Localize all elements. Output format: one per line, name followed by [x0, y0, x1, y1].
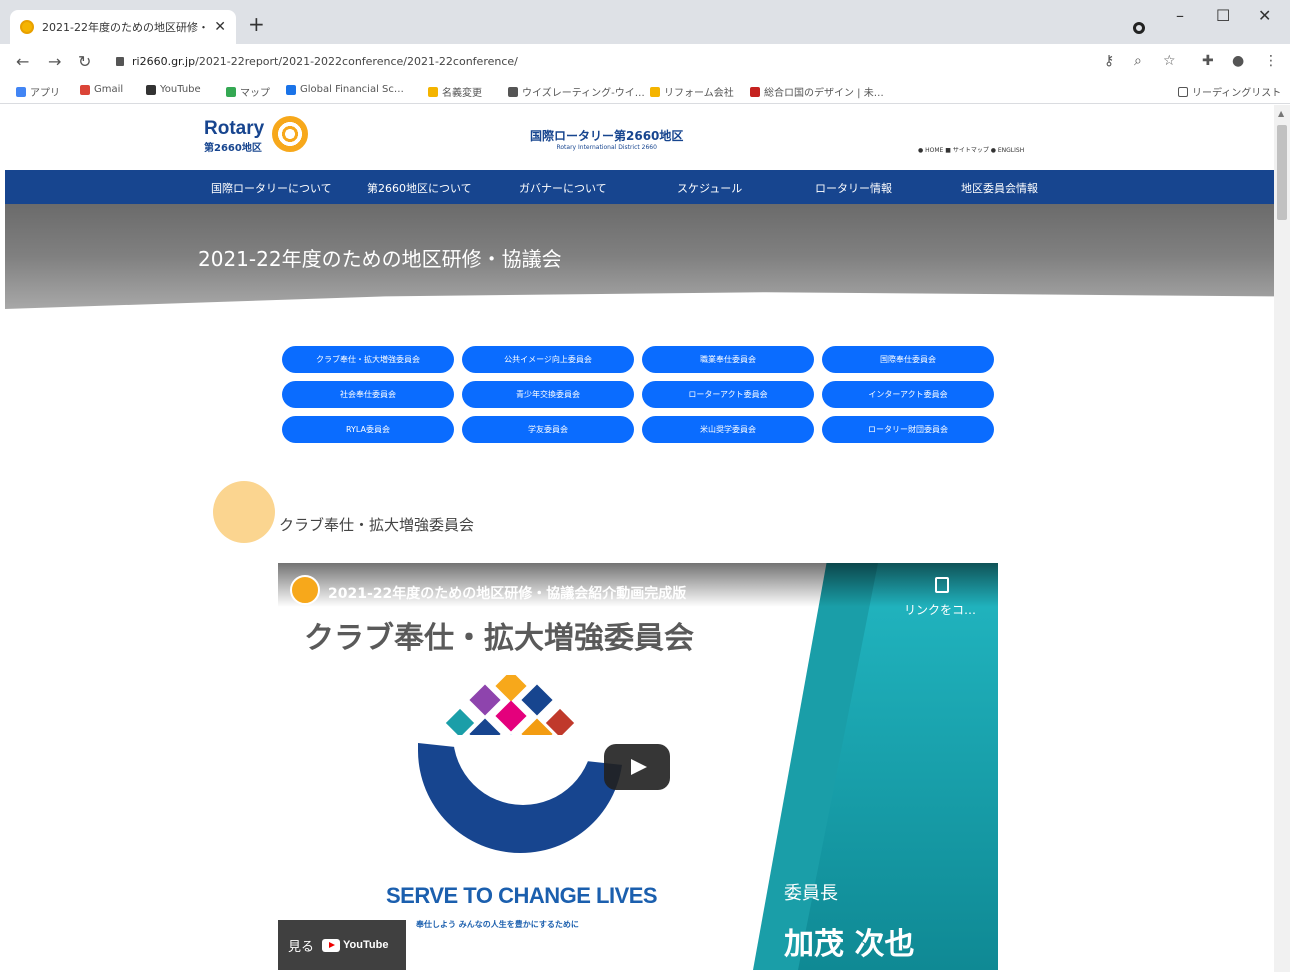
close-window-icon[interactable]: ✕ — [1258, 6, 1271, 25]
bookmark-item[interactable]: YouTube — [146, 84, 201, 95]
chair-label: 委員長 — [784, 883, 838, 904]
committee-button[interactable]: 国際奉仕委員会 — [822, 346, 994, 373]
hero-banner — [5, 204, 1274, 309]
committee-button[interactable]: 職業奉仕委員会 — [642, 346, 814, 373]
rotary-wheel-icon — [272, 116, 308, 152]
nav-item-schedule[interactable]: スケジュール — [677, 180, 742, 196]
video-heading: クラブ奉仕・拡大増強委員会 — [304, 621, 694, 656]
browser-tab-bar: 2021-22年度のための地区研修・協… ✕ + – ☐ ✕ — [0, 0, 1290, 44]
address-bar: ← → ↻ ri2660.gr.jp/2021-22report/2021-20… — [0, 44, 1290, 80]
extensions-icon[interactable]: ✚ — [1202, 53, 1214, 69]
chair-name: 加茂 次也 — [784, 927, 915, 962]
committee-button[interactable]: 米山奨学委員会 — [642, 416, 814, 443]
bookmark-item[interactable]: アプリ — [16, 84, 60, 99]
scroll-thumb[interactable] — [1277, 125, 1287, 220]
committee-button[interactable]: インターアクト委員会 — [822, 381, 994, 408]
committee-button[interactable]: RYLA委員会 — [282, 416, 454, 443]
menu-icon[interactable]: ⋮ — [1264, 53, 1278, 69]
rotary-logo[interactable]: Rotary 第2660地区 — [204, 119, 264, 155]
header-links[interactable]: ● HOME ■ サイトマップ ● ENGLISH — [918, 145, 1024, 154]
reading-list[interactable]: リーディングリスト — [1178, 84, 1281, 99]
nav-item-governor[interactable]: ガバナーについて — [519, 180, 607, 196]
bookmark-item[interactable]: Gmail — [80, 84, 123, 95]
youtube-video-embed[interactable]: 2021-22年度のための地区研修・協議会紹介動画完成版 リンクをコ… クラブ奉… — [278, 563, 998, 970]
play-icon[interactable] — [604, 744, 670, 790]
bookmark-item[interactable]: 総合ロ国のデザイン | 未… — [750, 84, 884, 99]
maps-icon — [226, 86, 236, 97]
bookmark-item[interactable]: ウイズレーティング-ウイ… — [508, 84, 645, 99]
slogan: SERVE TO CHANGE LIVES — [386, 883, 658, 908]
nav-item-district[interactable]: 第2660地区について — [367, 180, 472, 196]
folder-icon — [428, 86, 438, 97]
account-icon[interactable]: ● — [1232, 53, 1244, 69]
youtube-logo-icon: YouTube — [322, 938, 388, 952]
lock-icon — [116, 57, 124, 66]
section-title: クラブ奉仕・拡大増強委員会 — [279, 516, 475, 534]
back-icon[interactable]: ← — [16, 52, 29, 71]
new-tab-icon[interactable]: + — [248, 14, 265, 34]
nav-item-committees[interactable]: 地区委員会情報 — [961, 180, 1038, 196]
close-icon[interactable]: ✕ — [214, 19, 226, 35]
copy-link-icon[interactable] — [935, 577, 949, 593]
bookmark-red-icon — [750, 86, 760, 97]
district-title: 国際ロータリー第2660地区 Rotary International Dist… — [530, 129, 684, 151]
apps-icon — [16, 86, 26, 97]
page-scrollbar[interactable]: ▲ — [1274, 105, 1290, 972]
star-icon[interactable]: ☆ — [1163, 53, 1176, 69]
zoom-icon[interactable]: ⌕ — [1134, 53, 1142, 69]
nav-item-rotary-international[interactable]: 国際ロータリーについて — [211, 180, 332, 196]
bookmark-item[interactable]: リフォーム会社 — [650, 84, 734, 99]
bookmarks-bar: アプリ Gmail YouTube マップ Global Financial S… — [0, 80, 1290, 104]
profile-icon[interactable] — [1133, 22, 1145, 34]
copy-link-label[interactable]: リンクをコ… — [904, 601, 976, 618]
gmail-icon — [80, 84, 90, 95]
committee-button[interactable]: クラブ奉仕・拡大増強委員会 — [282, 346, 454, 373]
committee-button[interactable]: 社会奉仕委員会 — [282, 381, 454, 408]
minimize-icon[interactable]: – — [1176, 6, 1184, 25]
youtube-icon — [146, 84, 156, 95]
mountain-icon — [286, 84, 296, 95]
tab-title: 2021-22年度のための地区研修・協… — [42, 21, 206, 34]
committee-button[interactable]: 学友委員会 — [462, 416, 634, 443]
bookmark-item[interactable]: Global Financial Sc… — [286, 84, 404, 95]
committee-button[interactable]: ロータリー財団委員会 — [822, 416, 994, 443]
channel-avatar[interactable] — [290, 575, 320, 605]
site-header: Rotary 第2660地区 国際ロータリー第2660地区 Rotary Int… — [0, 105, 1274, 170]
committee-button-grid: クラブ奉仕・拡大増強委員会 公共イメージ向上委員会 職業奉仕委員会 国際奉仕委員… — [282, 346, 996, 443]
browser-tab[interactable]: 2021-22年度のための地区研修・協… ✕ — [10, 10, 236, 44]
slogan-subtitle: 奉仕しよう みんなの人生を豊かにするために — [416, 920, 579, 929]
page-title: 2021-22年度のための地区研修・協議会 — [198, 247, 562, 271]
rotary-favicon-icon — [20, 20, 34, 34]
video-title[interactable]: 2021-22年度のための地区研修・協議会紹介動画完成版 — [328, 583, 686, 603]
nav-item-rotary-info[interactable]: ロータリー情報 — [815, 180, 892, 196]
watch-on-youtube-button[interactable]: 見る YouTube — [278, 920, 406, 970]
url-field[interactable]: ri2660.gr.jp/2021-22report/2021-2022conf… — [132, 55, 518, 68]
maximize-icon[interactable]: ☐ — [1216, 6, 1230, 25]
scroll-up-icon[interactable]: ▲ — [1278, 109, 1284, 118]
forward-icon[interactable]: → — [48, 52, 61, 71]
section-circle-decoration — [213, 481, 275, 543]
word-icon — [508, 86, 518, 97]
reload-icon[interactable]: ↻ — [78, 52, 91, 71]
main-nav: 国際ロータリーについて 第2660地区について ガバナーについて スケジュール … — [5, 170, 1274, 204]
key-icon[interactable]: ⚷ — [1104, 53, 1114, 69]
committee-button[interactable]: 公共イメージ向上委員会 — [462, 346, 634, 373]
committee-button[interactable]: 青少年交換委員会 — [462, 381, 634, 408]
bookmark-item[interactable]: マップ — [226, 84, 270, 99]
folder-icon — [650, 86, 660, 97]
committee-button[interactable]: ローターアクト委員会 — [642, 381, 814, 408]
reading-list-icon — [1178, 86, 1188, 97]
bookmark-item[interactable]: 名義変更 — [428, 84, 482, 99]
